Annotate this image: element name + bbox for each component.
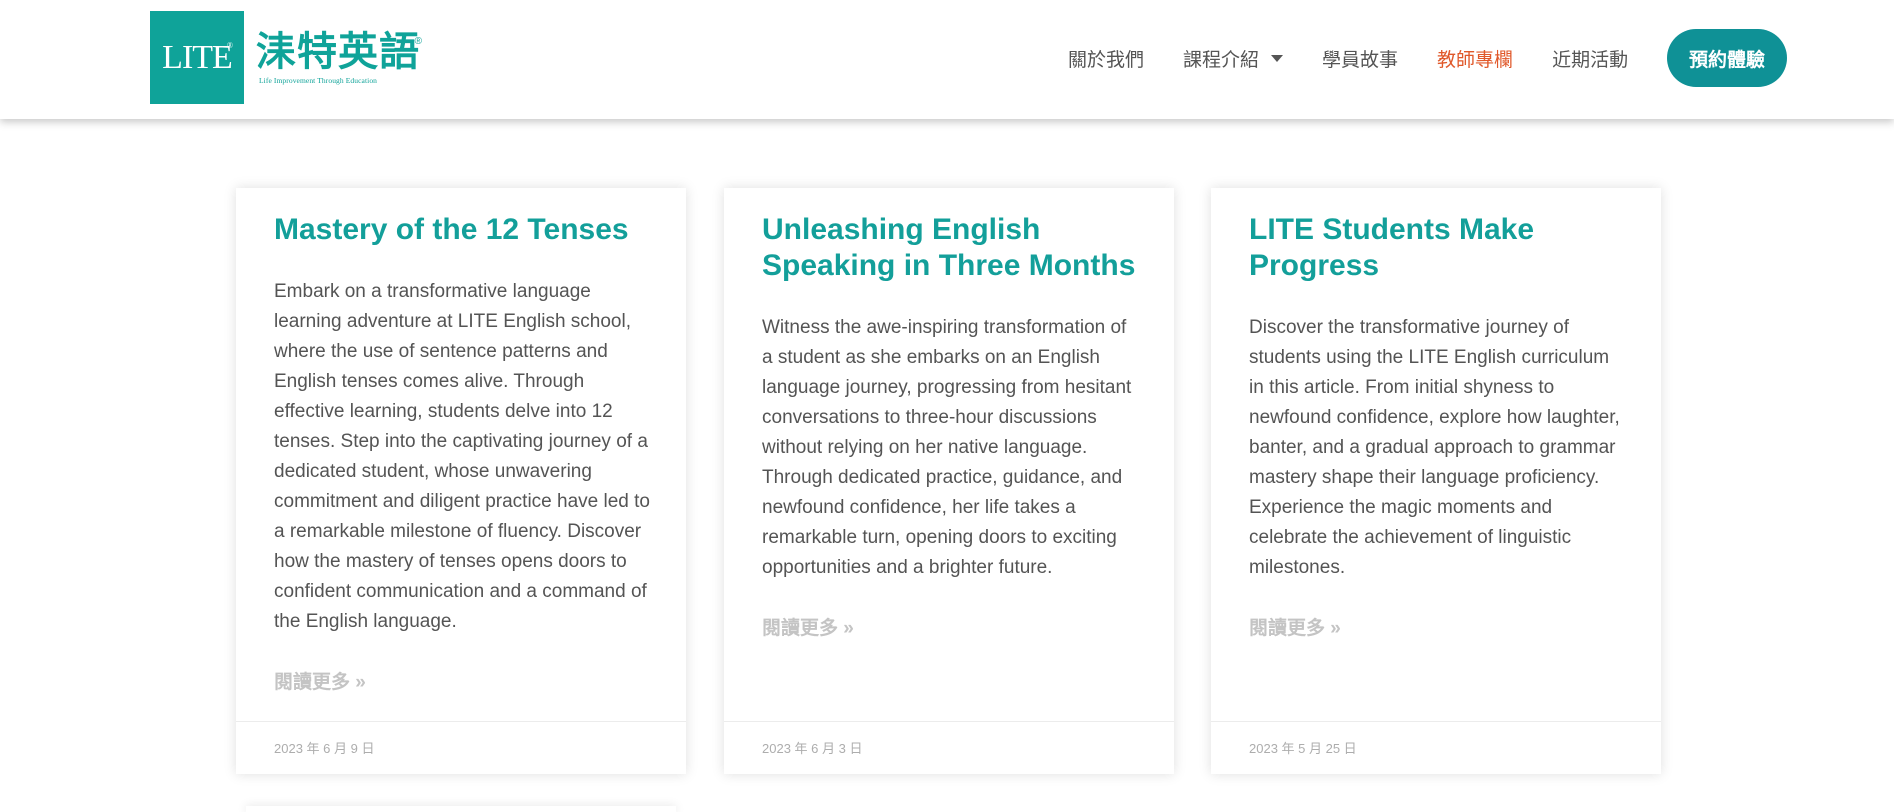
logo-tagline: Life Improvement Through Education xyxy=(259,76,378,85)
post-excerpt: Embark on a transformative language lear… xyxy=(274,281,650,632)
nav-item-student-stories[interactable]: 學員故事 xyxy=(1322,45,1398,72)
next-post-card-edge xyxy=(246,806,676,812)
read-more-link[interactable]: 閱讀更多 » xyxy=(762,613,854,640)
logo-mark: LITE ® xyxy=(150,11,244,104)
nav-item-label: 近期活動 xyxy=(1552,49,1629,71)
post-date: 2023 年 6 月 9 日 xyxy=(274,741,375,756)
post-excerpt: Discover the transformative journey of s… xyxy=(1249,317,1620,578)
nav-item-events[interactable]: 近期活動 xyxy=(1552,45,1628,72)
nav-item-label: 課程介紹 xyxy=(1183,49,1260,71)
logo-wordmark: 洡特英語 ® Life Improvement Through Educatio… xyxy=(256,28,422,86)
nav-item-courses[interactable]: 課程介紹 xyxy=(1183,45,1284,72)
post-card: Unleashing English Speaking in Three Mon… xyxy=(724,188,1174,774)
post-excerpt: Witness the awe-inspiring transformation… xyxy=(762,317,1132,578)
post-date: 2023 年 6 月 3 日 xyxy=(762,741,863,756)
post-date: 2023 年 5 月 25 日 xyxy=(1249,741,1357,756)
main-nav: 關於我們 課程介紹 學員故事 教師專欄 近期活動 xyxy=(1068,29,1667,87)
chevron-down-icon[interactable] xyxy=(1271,54,1284,62)
nav-item-about[interactable]: 關於我們 xyxy=(1068,45,1144,72)
logo-mark-text: LITE xyxy=(162,38,233,76)
read-more-link[interactable]: 閱讀更多 » xyxy=(1249,613,1341,640)
post-title-link[interactable]: LITE Students Make Progress xyxy=(1249,212,1629,284)
logo-mark-superscript: ® xyxy=(226,41,233,50)
site-header: LITE ® 洡特英語 ® Life Improvement Through E… xyxy=(0,0,1894,119)
registered-mark: ® xyxy=(414,36,422,47)
nav-item-label: 學員故事 xyxy=(1322,49,1399,71)
book-trial-button[interactable]: 預約體驗 xyxy=(1667,29,1787,87)
post-title-link[interactable]: Unleashing English Speaking in Three Mon… xyxy=(762,212,1142,284)
site-logo[interactable]: LITE ® 洡特英語 ® Life Improvement Through E… xyxy=(150,11,422,104)
nav-item-teacher-column[interactable]: 教師專欄 xyxy=(1437,45,1513,72)
post-title-link[interactable]: Mastery of the 12 Tenses xyxy=(274,212,654,248)
post-card: Mastery of the 12 Tenses Embark on a tra… xyxy=(236,188,686,774)
post-card: LITE Students Make Progress Discover the… xyxy=(1211,188,1661,774)
read-more-link[interactable]: 閱讀更多 » xyxy=(274,667,366,694)
post-meta: 2023 年 6 月 3 日 xyxy=(724,721,1174,774)
logo-chinese-name: 洡特英語 xyxy=(256,28,420,75)
post-meta: 2023 年 5 月 25 日 xyxy=(1211,721,1661,774)
nav-item-label: 教師專欄 xyxy=(1437,49,1514,71)
post-meta: 2023 年 6 月 9 日 xyxy=(236,721,686,774)
nav-item-label: 關於我們 xyxy=(1068,49,1145,71)
